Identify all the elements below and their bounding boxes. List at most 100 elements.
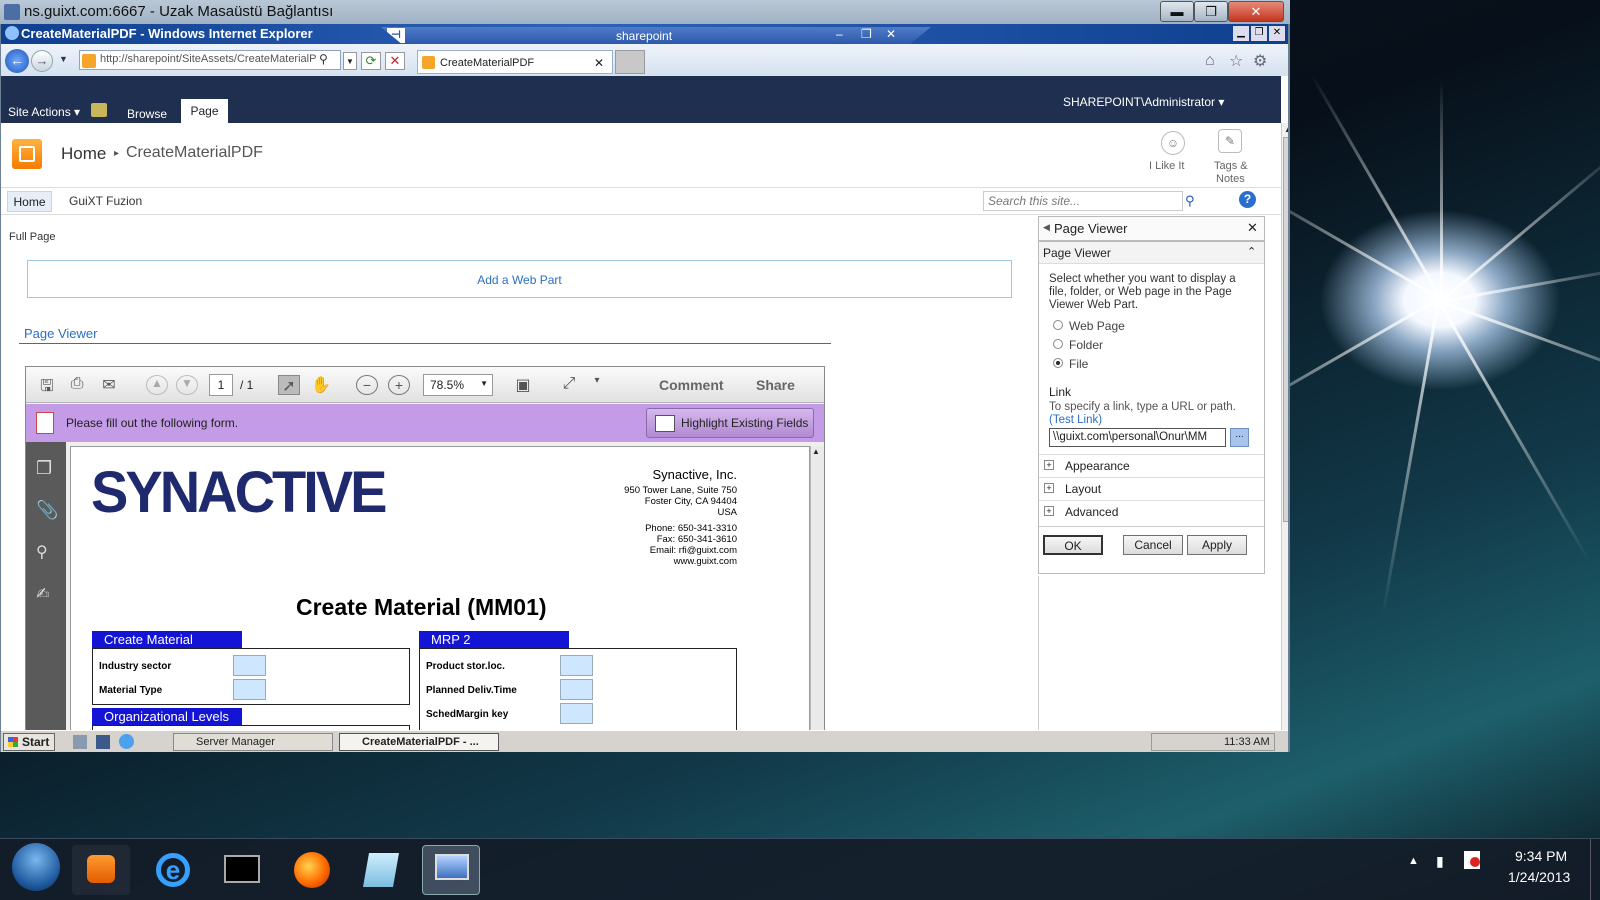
collapse-icon[interactable]: ⌃ (1247, 245, 1256, 258)
taskbar-server-manager[interactable]: Server Manager (173, 733, 333, 751)
new-tab-button[interactable] (615, 50, 645, 74)
page-number-input[interactable]: 1 (209, 374, 233, 396)
forward-button[interactable]: → (31, 50, 53, 72)
tools-gear-icon[interactable]: ⚙ (1253, 51, 1267, 71)
layout-section[interactable]: + Layout (1039, 477, 1264, 500)
media-player-icon[interactable] (72, 845, 130, 895)
user-menu[interactable]: SHAREPOINT\Administrator ▾ (1063, 95, 1224, 109)
ie-taskbar-icon[interactable]: e (144, 845, 202, 895)
tags-notes-icon[interactable]: ✎ (1218, 129, 1242, 153)
server-icon[interactable] (73, 735, 87, 749)
site-search-input[interactable]: Search this site... (983, 191, 1183, 211)
like-icon[interactable]: ☺ (1161, 131, 1185, 155)
notes-label[interactable]: Notes (1216, 173, 1245, 185)
planned-deliv-time-field[interactable] (560, 679, 593, 700)
radio-file[interactable]: File (1053, 357, 1088, 371)
link-browse-button[interactable]: ... (1230, 428, 1249, 447)
fullscreen-icon[interactable]: ⤢ (558, 375, 580, 395)
notepad-icon[interactable] (354, 845, 412, 895)
search-icon[interactable]: ⚲ (319, 52, 328, 66)
radio-folder[interactable]: Folder (1053, 338, 1103, 352)
tags-label[interactable]: Tags & (1214, 160, 1248, 172)
select-tool-icon[interactable]: ➚ (278, 375, 300, 395)
address-dropdown-icon[interactable]: ▼ (343, 52, 357, 70)
product-stor-loc-field[interactable] (560, 655, 593, 676)
zoom-out-icon[interactable]: − (356, 375, 378, 395)
rdp-close-button[interactable]: ✕ (1228, 1, 1284, 22)
ie-restore-icon[interactable]: ❐ (1251, 26, 1267, 41)
rdp-bar-minimize-icon[interactable]: – (836, 27, 843, 41)
fit-page-icon[interactable]: ▣ (512, 375, 534, 395)
rdp-minimize-button[interactable]: ▬ (1160, 1, 1194, 22)
print-icon[interactable]: ⎙ (66, 375, 88, 395)
scroll-thumb[interactable] (1283, 137, 1288, 522)
remote-desktop-icon[interactable] (422, 845, 480, 895)
rdp-bar-restore-icon[interactable]: ❐ (861, 27, 872, 41)
start-button[interactable]: Start (3, 733, 55, 751)
taskbar-time[interactable]: 9:34 PM (1515, 848, 1567, 864)
page-tab[interactable]: Page (181, 99, 228, 123)
industry-sector-field[interactable] (233, 655, 266, 676)
attachments-icon[interactable]: 📎 (36, 500, 58, 521)
add-web-part-button[interactable]: Add a Web Part (27, 260, 1012, 298)
tab-close-icon[interactable]: ✕ (594, 56, 604, 70)
appearance-section[interactable]: + Appearance (1039, 454, 1264, 477)
nav-home-tab[interactable]: Home (7, 191, 52, 212)
history-dropdown-icon[interactable]: ▼ (59, 54, 68, 64)
tool-pane-back-icon[interactable]: ◀ (1043, 222, 1050, 233)
test-link[interactable]: (Test Link) (1049, 414, 1102, 426)
like-button-label[interactable]: I Like It (1149, 160, 1184, 172)
pages-panel-icon[interactable]: ❐ (36, 458, 52, 479)
cancel-button[interactable]: Cancel (1123, 535, 1183, 555)
page-viewer-title[interactable]: Page Viewer (24, 326, 97, 341)
browser-tab[interactable]: CreateMaterialPDF ✕ (417, 50, 613, 74)
nav-guixt-fuzion-tab[interactable]: GuiXT Fuzion (69, 194, 142, 208)
apply-button[interactable]: Apply (1187, 535, 1247, 555)
tray-clock[interactable]: 11:33 AM (1151, 733, 1275, 751)
favorites-star-icon[interactable]: ☆ (1229, 51, 1243, 71)
pdf-scrollbar[interactable]: ▲ (810, 446, 824, 752)
tool-pane-close-icon[interactable]: ✕ (1247, 220, 1258, 236)
taskbar-ie-window[interactable]: CreateMaterialPDF - ... (339, 733, 499, 751)
next-page-icon[interactable]: ▼ (176, 375, 198, 395)
hand-tool-icon[interactable]: ✋ (310, 375, 332, 395)
command-prompt-icon[interactable] (214, 845, 272, 895)
link-input[interactable]: \\guixt.com\personal\Onur\MM (1049, 428, 1226, 447)
rdp-bar-close-icon[interactable]: ✕ (886, 27, 896, 41)
advanced-section[interactable]: + Advanced (1039, 500, 1264, 523)
ie-close-icon[interactable]: ✕ (1269, 26, 1285, 41)
ie-minimize-icon[interactable]: ▁ (1233, 26, 1249, 41)
network-icon[interactable]: ▮ (1436, 853, 1444, 870)
find-binoculars-icon[interactable]: ⚲ (36, 542, 48, 562)
highlight-fields-button[interactable]: Highlight Existing Fields (646, 408, 814, 438)
page-viewer-section-header[interactable]: Page Viewer ⌃ (1039, 242, 1264, 264)
sched-margin-key-field[interactable] (560, 703, 593, 724)
ie-quick-launch-icon[interactable] (119, 734, 134, 749)
pdf-scroll-up-icon[interactable]: ▲ (812, 447, 820, 456)
help-icon[interactable]: ? (1239, 191, 1256, 208)
zoom-level-select[interactable]: 78.5% ▼ (423, 374, 493, 396)
signature-icon[interactable]: ✍ (36, 584, 49, 604)
stop-icon[interactable]: ✕ (385, 52, 405, 70)
scroll-up-icon[interactable]: ▲ (1284, 125, 1288, 134)
show-desktop-button[interactable] (1590, 839, 1600, 900)
site-actions-menu[interactable]: Site Actions ▾ (8, 105, 80, 119)
show-hidden-icons[interactable]: ▲ (1408, 855, 1419, 867)
back-button[interactable]: ← (5, 49, 29, 73)
prev-page-icon[interactable]: ▲ (146, 375, 168, 395)
page-scrollbar[interactable]: ▲ ▼ (1281, 123, 1288, 752)
address-bar[interactable]: http://sharepoint/SiteAssets/CreateMater… (79, 50, 341, 70)
taskbar-date[interactable]: 1/24/2013 (1508, 869, 1570, 885)
comment-button[interactable]: Comment (659, 377, 724, 393)
desktop-icon[interactable] (96, 735, 110, 749)
home-icon[interactable]: ⌂ (1205, 52, 1215, 70)
rdp-maximize-button[interactable]: ❐ (1194, 1, 1228, 22)
save-icon[interactable]: 🖫 (36, 375, 58, 395)
share-button[interactable]: Share (756, 377, 795, 393)
refresh-icon[interactable]: ⟳ (361, 52, 381, 70)
navigate-up-icon[interactable] (91, 103, 107, 117)
start-orb-icon[interactable] (12, 843, 60, 891)
browse-tab[interactable]: Browse (127, 107, 167, 121)
firefox-icon[interactable] (284, 845, 342, 895)
action-center-icon[interactable] (1464, 851, 1480, 869)
